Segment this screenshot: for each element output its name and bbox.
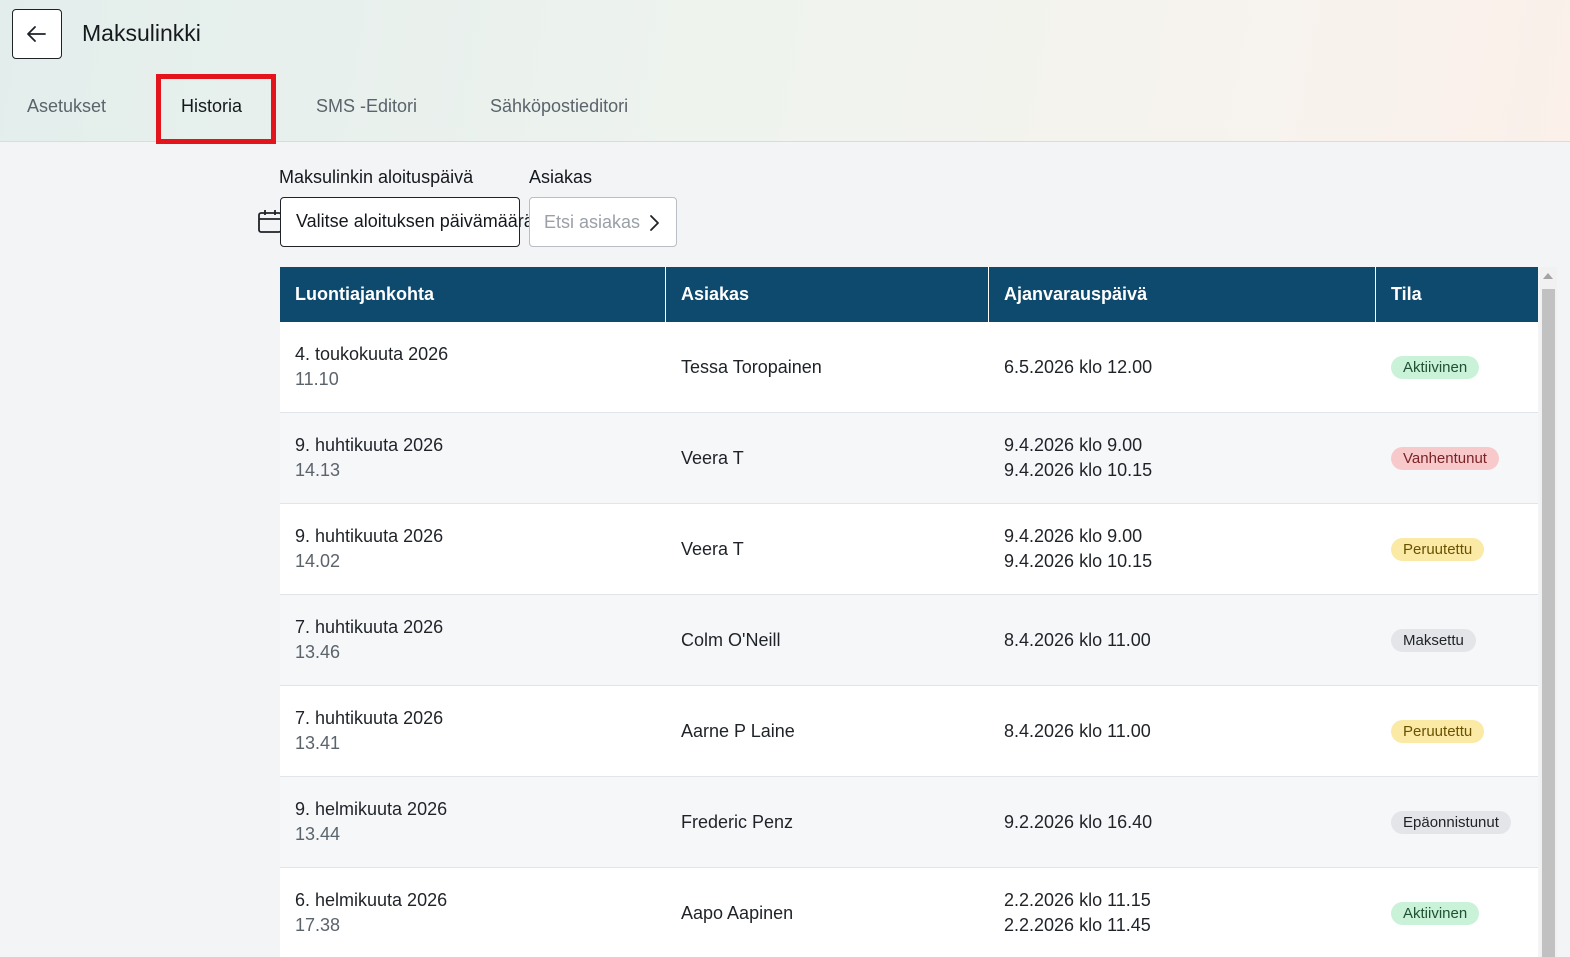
status-badge: Maksettu bbox=[1391, 628, 1476, 652]
booking-date-1: 8.4.2026 klo 11.00 bbox=[1004, 629, 1151, 650]
created-time: 13.46 bbox=[295, 642, 341, 662]
created-date: 7. huhtikuuta 2026 bbox=[295, 708, 444, 728]
page-title: Maksulinkki bbox=[82, 20, 201, 46]
table-row[interactable]: 9. huhtikuuta 2026 14.02 Veera T 9.4.202… bbox=[280, 504, 1538, 595]
booking-date-1: 2.2.2026 klo 11.15 bbox=[1004, 890, 1151, 910]
status-cell: Maksettu bbox=[1376, 628, 1538, 652]
table-row[interactable]: 7. huhtikuuta 2026 13.41 Aarne P Laine 8… bbox=[280, 686, 1538, 777]
back-button[interactable] bbox=[12, 9, 62, 59]
payment-link-history-table: Luontiajankohta Asiakas Ajanvarauspäivä … bbox=[280, 267, 1538, 957]
status-badge: Peruutettu bbox=[1391, 719, 1485, 743]
customer-label: Asiakas bbox=[529, 167, 593, 187]
booking-date-1: 9.4.2026 klo 9.00 bbox=[1004, 435, 1143, 455]
chevron-right-icon bbox=[650, 215, 659, 231]
created-time: 14.02 bbox=[295, 551, 341, 571]
status-cell: Aktiivinen bbox=[1376, 901, 1538, 925]
booking-date-2: 2.2.2026 klo 11.45 bbox=[1004, 915, 1151, 935]
created-cell: 9. helmikuuta 2026 13.44 bbox=[280, 799, 666, 845]
customer-cell: Veera T bbox=[681, 538, 744, 559]
booking-date-cell: 9.4.2026 klo 9.00 9.4.2026 klo 10.15 bbox=[989, 526, 1376, 572]
booking-date-cell: 2.2.2026 klo 11.15 2.2.2026 klo 11.45 bbox=[989, 890, 1376, 936]
customer-cell: Colm O'Neill bbox=[681, 629, 781, 650]
tab-sahkopostieditori[interactable]: Sähköpostieditori bbox=[490, 96, 628, 117]
created-cell: 7. huhtikuuta 2026 13.41 bbox=[280, 708, 666, 754]
scroll-thumb[interactable] bbox=[1542, 289, 1555, 957]
start-date-label: Maksulinkin aloituspäivä bbox=[279, 167, 474, 187]
table-row[interactable]: 9. huhtikuuta 2026 14.13 Veera T 9.4.202… bbox=[280, 413, 1538, 504]
created-date: 9. huhtikuuta 2026 bbox=[295, 526, 444, 546]
booking-date-2: 9.4.2026 klo 10.15 bbox=[1004, 460, 1153, 480]
created-time: 14.13 bbox=[295, 460, 341, 480]
status-cell: Peruutettu bbox=[1376, 719, 1538, 743]
status-badge: Aktiivinen bbox=[1391, 355, 1480, 379]
tab-sms-editori[interactable]: SMS -Editori bbox=[316, 96, 417, 117]
booking-date-1: 8.4.2026 klo 11.00 bbox=[1004, 720, 1151, 741]
created-cell: 7. huhtikuuta 2026 13.46 bbox=[280, 617, 666, 663]
customer-cell: Aarne P Laine bbox=[681, 720, 795, 741]
status-badge: Aktiivinen bbox=[1391, 901, 1480, 925]
status-cell: Epäonnistunut bbox=[1376, 810, 1538, 834]
highlight-annotation bbox=[156, 74, 276, 144]
column-header-status[interactable]: Tila bbox=[1376, 267, 1538, 322]
booking-date-cell: 9.2.2026 klo 16.40 bbox=[989, 812, 1376, 833]
table-body: 4. toukokuuta 2026 11.10 Tessa Toropaine… bbox=[280, 322, 1538, 957]
booking-date-1: 6.5.2026 klo 12.00 bbox=[1004, 356, 1153, 377]
created-time: 13.44 bbox=[295, 824, 341, 844]
table-scrollbar[interactable] bbox=[1540, 267, 1557, 957]
booking-date-2: 9.4.2026 klo 10.15 bbox=[1004, 551, 1153, 571]
customer-search-field[interactable] bbox=[529, 197, 677, 247]
created-time: 17.38 bbox=[295, 915, 341, 935]
table-row[interactable]: 4. toukokuuta 2026 11.10 Tessa Toropaine… bbox=[280, 322, 1538, 413]
column-header-booking-date[interactable]: Ajanvarauspäivä bbox=[989, 267, 1376, 322]
status-badge: Peruutettu bbox=[1391, 537, 1485, 561]
table-row[interactable]: 7. huhtikuuta 2026 13.46 Colm O'Neill 8.… bbox=[280, 595, 1538, 686]
customer-cell: Aapo Aapinen bbox=[681, 902, 794, 923]
created-date: 7. huhtikuuta 2026 bbox=[295, 617, 444, 637]
created-cell: 6. helmikuuta 2026 17.38 bbox=[280, 890, 666, 936]
status-badge: Epäonnistunut bbox=[1391, 810, 1511, 834]
customer-cell: Frederic Penz bbox=[681, 811, 794, 832]
customer-cell: Tessa Toropainen bbox=[681, 356, 822, 377]
created-date: 4. toukokuuta 2026 bbox=[295, 344, 449, 364]
status-cell: Vanhentunut bbox=[1376, 446, 1538, 470]
created-cell: 9. huhtikuuta 2026 14.13 bbox=[280, 435, 666, 481]
column-header-customer[interactable]: Asiakas bbox=[666, 267, 989, 322]
booking-date-1: 9.4.2026 klo 9.00 bbox=[1004, 526, 1143, 546]
booking-date-cell: 6.5.2026 klo 12.00 bbox=[989, 357, 1376, 378]
status-badge: Vanhentunut bbox=[1391, 446, 1499, 470]
created-cell: 9. huhtikuuta 2026 14.02 bbox=[280, 526, 666, 572]
customer-cell: Veera T bbox=[681, 447, 744, 468]
booking-date-cell: 8.4.2026 klo 11.00 bbox=[989, 630, 1376, 651]
status-cell: Aktiivinen bbox=[1376, 355, 1538, 379]
arrow-left-icon bbox=[27, 26, 46, 42]
created-date: 9. helmikuuta 2026 bbox=[295, 799, 448, 819]
created-time: 11.10 bbox=[295, 369, 339, 389]
created-time: 13.41 bbox=[295, 733, 341, 753]
booking-date-cell: 8.4.2026 klo 11.00 bbox=[989, 721, 1376, 742]
status-cell: Peruutettu bbox=[1376, 537, 1538, 561]
created-cell: 4. toukokuuta 2026 11.10 bbox=[280, 344, 666, 390]
start-date-picker-button[interactable]: Valitse aloituksen päivämäärä bbox=[280, 197, 534, 247]
booking-date-1: 9.2.2026 klo 16.40 bbox=[1004, 811, 1153, 832]
table-header: Luontiajankohta Asiakas Ajanvarauspäivä … bbox=[280, 267, 1538, 322]
created-date: 6. helmikuuta 2026 bbox=[295, 890, 448, 910]
scroll-up-icon[interactable] bbox=[1543, 273, 1553, 279]
table-row[interactable]: 6. helmikuuta 2026 17.38 Aapo Aapinen 2.… bbox=[280, 868, 1538, 957]
column-header-created[interactable]: Luontiajankohta bbox=[280, 267, 666, 322]
created-date: 9. huhtikuuta 2026 bbox=[295, 435, 444, 455]
customer-search-input[interactable] bbox=[530, 211, 640, 233]
booking-date-cell: 9.4.2026 klo 9.00 9.4.2026 klo 10.15 bbox=[989, 435, 1376, 481]
tab-asetukset[interactable]: Asetukset bbox=[27, 96, 106, 117]
page-header: Maksulinkki Asetukset Historia SMS -Edit… bbox=[0, 0, 1570, 144]
table-row[interactable]: 9. helmikuuta 2026 13.44 Frederic Penz 9… bbox=[280, 777, 1538, 868]
